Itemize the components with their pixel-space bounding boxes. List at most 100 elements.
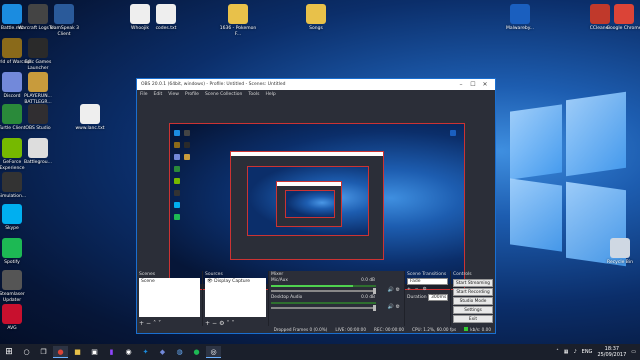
recycle-bin-icon <box>610 238 630 258</box>
desktop-icon[interactable]: codes.txt <box>146 4 186 32</box>
discord-taskbar-icon[interactable]: ◆ <box>155 346 170 358</box>
desktop-icon[interactable]: Recycle Bin <box>600 238 640 266</box>
gear-icon[interactable]: ⚙ <box>396 304 400 310</box>
start-streaming-button[interactable]: Start Streaming <box>453 279 493 287</box>
obs-window[interactable]: OBS 20.0.1 (64bit, windows) - Profile: U… <box>136 78 496 334</box>
eye-icon[interactable]: 👁 <box>207 279 213 284</box>
desktop-icon[interactable]: Spotify <box>0 238 32 266</box>
menu-scene-collection[interactable]: Scene Collection <box>205 92 242 97</box>
menu-help[interactable]: Help <box>265 92 275 97</box>
menu-file[interactable]: File <box>140 92 148 97</box>
settings-button[interactable]: Settings <box>453 306 493 314</box>
cpu-usage: CPU: 1.2%, 60.00 fps <box>412 327 457 332</box>
exit-button[interactable]: Exit <box>453 315 493 323</box>
duration-input[interactable]: 300ms <box>427 294 448 301</box>
maximize-icon[interactable]: ☐ <box>467 81 479 88</box>
desktop-icon[interactable]: Songs <box>296 4 336 32</box>
studio-mode-button[interactable]: Studio Mode <box>453 297 493 305</box>
desktop-icon-label: TeamSpeak 3 Client <box>48 26 80 37</box>
folder-taskbar-icon[interactable]: ■ <box>70 346 85 358</box>
battlenet-taskbar-icon[interactable]: ✦ <box>138 346 153 358</box>
menu-edit[interactable]: Edit <box>154 92 163 97</box>
volume-slider[interactable] <box>271 288 376 294</box>
chrome-taskbar-icon[interactable]: ● <box>53 346 68 358</box>
search-icon[interactable]: ○ <box>19 346 34 358</box>
network-icon[interactable]: ▦ <box>564 349 569 355</box>
desktop-icon-label: 1636 - Pokemon F... <box>219 26 257 37</box>
transitions-title: Scene Transitions <box>407 272 447 277</box>
desktop-icon[interactable]: PLAYERUN... BATTLEGR... <box>18 72 58 106</box>
obs-taskbar-icon[interactable]: ◎ <box>206 346 221 358</box>
live-timer: LIVE: 00:00:00 <box>335 327 367 332</box>
duration-label: Duration <box>407 295 427 300</box>
language-indicator[interactable]: ENG <box>582 349 593 355</box>
desktop-icon-label: Recycle Bin <box>607 260 633 265</box>
desktop-icon[interactable]: Steamlaser Updater <box>0 270 32 304</box>
store-taskbar-icon[interactable]: ▣ <box>87 346 102 358</box>
desktop-icon-label: Simulation... <box>0 194 27 199</box>
source-item[interactable]: 👁 Display Capture <box>205 278 266 285</box>
preview-canvas[interactable] <box>169 123 465 290</box>
spotify-taskbar-icon[interactable]: ● <box>189 346 204 358</box>
clock-date: 25/09/2017 <box>597 352 627 358</box>
rec-timer: REC: 00:00:00 <box>374 327 405 332</box>
twitch-taskbar-icon[interactable]: ▮ <box>104 346 119 358</box>
gear-icon[interactable]: ⚙ <box>396 287 400 293</box>
desktop-icon[interactable]: Battlegrou... <box>18 138 58 166</box>
desktop-icon[interactable]: Simulation... <box>0 172 32 200</box>
desktop-icon-label: AVG <box>7 326 17 331</box>
scene-item[interactable]: Scene <box>139 278 200 285</box>
obs-statusbar: Dropped Frames 0 (0.0%) LIVE: 00:00:00 R… <box>137 326 495 333</box>
desktop-icon[interactable]: www.lanc.txt <box>70 104 110 132</box>
desktop-icon[interactable]: 1636 - Pokemon F... <box>218 4 258 38</box>
sources-list[interactable]: 👁 Display Capture <box>205 278 266 317</box>
desktop-icon[interactable]: Google Chrome <box>604 4 640 32</box>
gear-icon[interactable]: ⚙ <box>423 287 427 292</box>
windows-start-icon[interactable]: ⊞ <box>0 347 18 357</box>
mixer-dock: Mixer Mic/Aux 0.0 dB 🔊 ⚙ Desktop Audio 0… <box>269 271 405 327</box>
nested-obs-window <box>230 151 384 260</box>
teamspeak-taskbar-icon[interactable]: ◍ <box>172 346 187 358</box>
mixer-channel-desktop: Desktop Audio 0.0 dB 🔊 ⚙ <box>271 295 402 312</box>
speaker-icon[interactable]: 🔊 <box>388 287 394 293</box>
preview-mini-icon <box>450 130 456 136</box>
notifications-icon[interactable]: ▭ <box>631 349 636 355</box>
desktop-icon[interactable]: OBS Studio <box>18 104 58 132</box>
status-indicator-icon <box>464 327 469 331</box>
clock[interactable]: 18:37 25/09/2017 <box>597 346 626 358</box>
task-view-icon[interactable]: ❐ <box>36 346 51 358</box>
avg-icon <box>2 304 22 324</box>
desktop-icon[interactable]: AVG <box>0 304 32 332</box>
chrome-icon <box>614 4 634 24</box>
tray-arrow-icon[interactable]: ˄ <box>556 349 559 355</box>
transition-select[interactable]: Fade <box>407 278 448 285</box>
scenes-list[interactable]: Scene <box>139 278 200 317</box>
volume-slider[interactable] <box>271 305 376 311</box>
speaker-icon[interactable]: 🔊 <box>388 304 394 310</box>
volume-icon[interactable]: ♪ <box>573 349 576 355</box>
scenes-title: Scenes <box>139 272 156 277</box>
minimize-icon[interactable]: – <box>455 81 467 88</box>
close-icon[interactable]: ✕ <box>479 81 491 88</box>
channel-name: Mic/Aux <box>271 278 288 283</box>
preview-mini-icon <box>174 214 180 220</box>
mixer-channel-mic: Mic/Aux 0.0 dB 🔊 ⚙ <box>271 278 402 295</box>
desktop-icon[interactable]: TeamSpeak 3 Client <box>44 4 84 38</box>
file-icon <box>28 138 48 158</box>
text-file-icon <box>80 104 100 124</box>
menu-tools[interactable]: Tools <box>248 92 259 97</box>
desktop-icon[interactable]: Skype <box>0 204 32 232</box>
desktop-icon[interactable]: Malwareby... <box>500 4 540 32</box>
menu-profile[interactable]: Profile <box>185 92 199 97</box>
menu-view[interactable]: View <box>168 92 179 97</box>
desktop-icon[interactable]: Epic Games Launcher <box>18 38 58 72</box>
add-icon[interactable]: + <box>407 287 411 292</box>
channel-db: 0.0 dB <box>361 295 375 300</box>
preview-mini-icon <box>184 154 190 160</box>
start-recording-button[interactable]: Start Recording <box>453 288 493 296</box>
obs-titlebar[interactable]: OBS 20.0.1 (64bit, windows) - Profile: U… <box>137 79 495 90</box>
preview-mini-icon <box>174 154 180 160</box>
remove-icon[interactable]: − <box>415 287 419 292</box>
preview-mini-icon <box>184 130 190 136</box>
steam-taskbar-icon[interactable]: ◉ <box>121 346 136 358</box>
